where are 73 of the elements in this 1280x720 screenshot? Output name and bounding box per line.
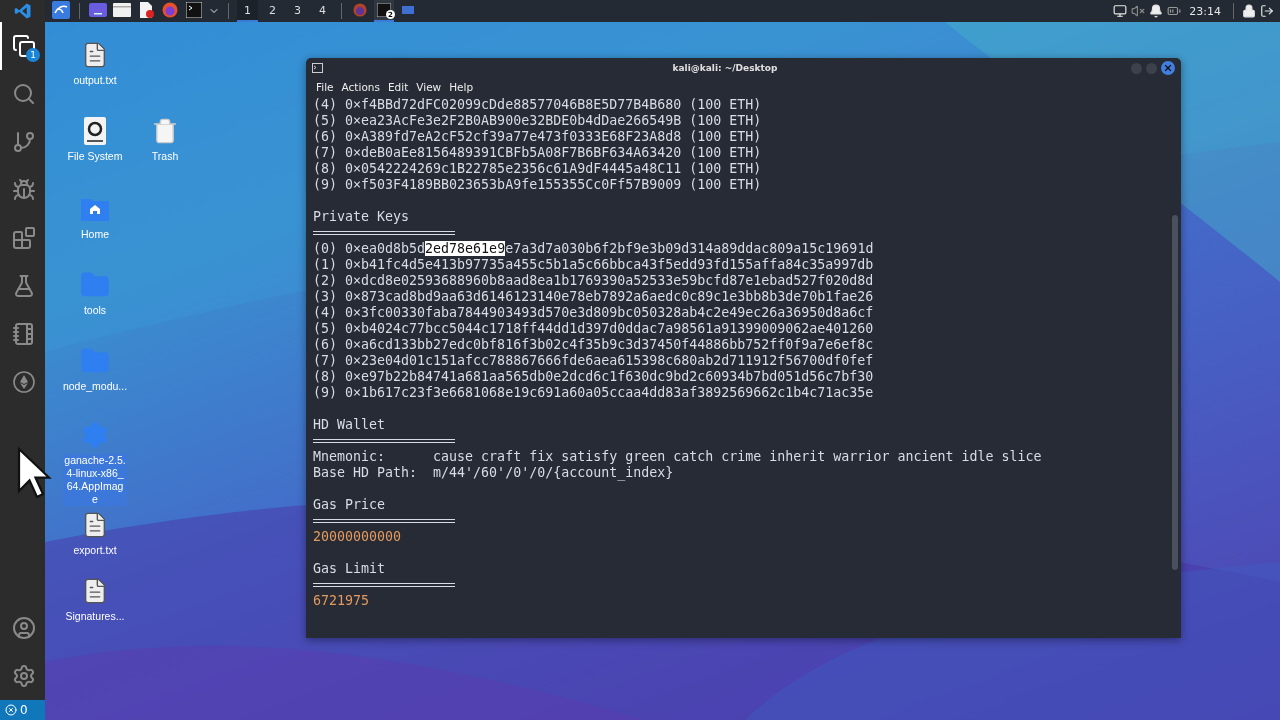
terminal-line: (9) 0×1b617c23f3e6681068e19c691a60a05ccaa4dd83af3892569662c1b4c71ac35e	[313, 385, 875, 401]
value-text: 6721975	[313, 593, 371, 609]
browser-icon[interactable]	[162, 2, 178, 18]
clock[interactable]: 23:14	[1189, 4, 1221, 18]
status-bar[interactable]: 0	[0, 700, 45, 720]
icon-label[interactable]: Signatures...	[64, 610, 126, 623]
scrollbar[interactable]	[1172, 215, 1178, 570]
menu-item[interactable]: Actions	[337, 80, 384, 93]
terminal-text: (0) 0×ea0d8b5d	[313, 241, 426, 256]
terminal-icon	[377, 3, 391, 17]
bell-icon[interactable]	[1149, 4, 1164, 18]
terminal-text: e7a3d7a030b6f2bf9e3b09d314a89ddac809a15c19691d	[505, 241, 874, 256]
battery-icon[interactable]	[1167, 4, 1182, 18]
workspace-tab[interactable]: 3	[287, 0, 308, 22]
kali-logo-icon[interactable]	[52, 1, 70, 19]
icon-label[interactable]: node_modu...	[61, 380, 129, 393]
workspace-tab[interactable]: 2	[262, 0, 283, 22]
terminal-line: (3) 0×873cad8bd9aa63d6146123140e78eb7892a6aedc0c89c1e3bb8b3de70b1fae26	[313, 289, 875, 305]
terminal-line: (7) 0×deB0aEe8156489391CBFb5A08F7B6BF634A63420 (100 ETH)	[313, 145, 763, 161]
source-control-icon	[11, 130, 36, 154]
icon-label[interactable]: output.txt	[72, 74, 118, 87]
workspace-tab[interactable]: 1	[237, 0, 258, 22]
screen-icon[interactable]	[89, 3, 107, 17]
value-text: 20000000000	[313, 529, 403, 545]
terminal-line: (8) 0×e97b22b84741a681aa565db0e2dcd6c1f630dc9bd2c60934b7bd051d56c7bf30	[313, 369, 875, 385]
lock-icon[interactable]	[1242, 4, 1256, 18]
search-icon	[11, 82, 36, 106]
section-heading: Gas Limit	[313, 561, 387, 577]
terminal-line: (4) 0×f4BBd72dFC02099cDde88577046B8E5D77B4B680 (100 ETH)	[313, 97, 763, 113]
muted-speaker-icon[interactable]	[1131, 4, 1146, 18]
field-label: Base HD Path:	[313, 465, 419, 481]
run-debug-icon	[11, 178, 36, 202]
icon-label[interactable]: export.txt	[72, 544, 118, 557]
terminal-line: (1) 0×b41fc4d5e413b97735a455c5b1a5c66bbca43f5edd93fd155affa84c35a997db	[313, 257, 875, 273]
notebook-icon	[11, 322, 36, 346]
section-heading: Gas Price	[313, 497, 387, 513]
error-icon	[5, 704, 17, 716]
selected-text: 2ed78e61e9	[425, 241, 506, 256]
section-heading: Private Keys	[313, 209, 411, 225]
menu-item[interactable]: File	[312, 80, 338, 93]
error-count: 0	[20, 703, 28, 717]
window-title: kali@kali: ~/Desktop	[671, 63, 779, 73]
section-heading: HD Wallet	[313, 417, 387, 433]
menu-item[interactable]: Help	[445, 80, 478, 93]
ethereum-icon	[11, 370, 36, 394]
field-value: m/44'/60'/0'/0/{account_index}	[433, 465, 674, 480]
terminal-icon[interactable]	[186, 2, 202, 18]
browser-icon[interactable]	[353, 3, 367, 17]
icon-label[interactable]: ganache-2.5.4-linux-x86_64.AppImage	[63, 454, 127, 506]
vscode-logo-icon[interactable]	[13, 2, 32, 20]
menu-item[interactable]: Edit	[383, 80, 413, 93]
close-button[interactable]	[1161, 61, 1175, 75]
terminal-icon	[312, 63, 323, 73]
field-value: cause craft fix satisfy green catch crime inherit warrior ancient idle slice	[433, 449, 1042, 464]
terminal-line: (2) 0×dcd8e02593688960b8aad8ea1b1769390a52533e59bcfd87e1ebad527f020d8d	[313, 273, 875, 289]
display-icon[interactable]	[1113, 4, 1128, 18]
terminal-line: (6) 0×a6cd133bb27edc0bf816f3b02c4f35b9c3d37450f44886bb752ff0f9a7e6ef8c	[313, 337, 875, 353]
terminal-line: (5) 0×ea23AcFe3e2F2B0AB900e32BDE0b4dDae266549B (100 ETH)	[313, 113, 763, 129]
logout-icon[interactable]	[1260, 4, 1274, 18]
files-icon	[11, 34, 36, 58]
terminal-line: (8) 0×0542224269c1B22785e2356c61A9dF4445a48C11 (100 ETH)	[313, 161, 763, 177]
extensions-icon	[11, 226, 36, 250]
workspace-tab[interactable]: 4	[312, 0, 333, 22]
terminal-line: (4) 0×3fc00330faba7844903493d570e3d809bc050328ab4c2e49ec26a36950d8a6cf	[313, 305, 875, 321]
terminal-line: (5) 0×b4024c77bcc5044c1718ff44dd1d397d0ddac7a98561a91399009062ae401260	[313, 321, 875, 337]
terminal-line: (9) 0×f503F4189BB023653bA9fe155355Cc0Ff57B9009 (100 ETH)	[313, 177, 763, 193]
mouse-cursor-icon	[16, 446, 52, 500]
count-badge: 1	[26, 48, 40, 62]
field-label: Mnemonic:	[313, 449, 387, 465]
terminal-line: (7) 0×23e04d01c151afcc788867666fde6aea615398c680ab2d711912f56700df0fef	[313, 353, 875, 369]
document-icon[interactable]	[138, 2, 154, 18]
menu-item[interactable]: View	[412, 80, 446, 93]
terminal-line: (6) 0×A389fd7eA2cF52cf39a77e473f0333E68F23A8d8 (100 ETH)	[313, 129, 763, 145]
